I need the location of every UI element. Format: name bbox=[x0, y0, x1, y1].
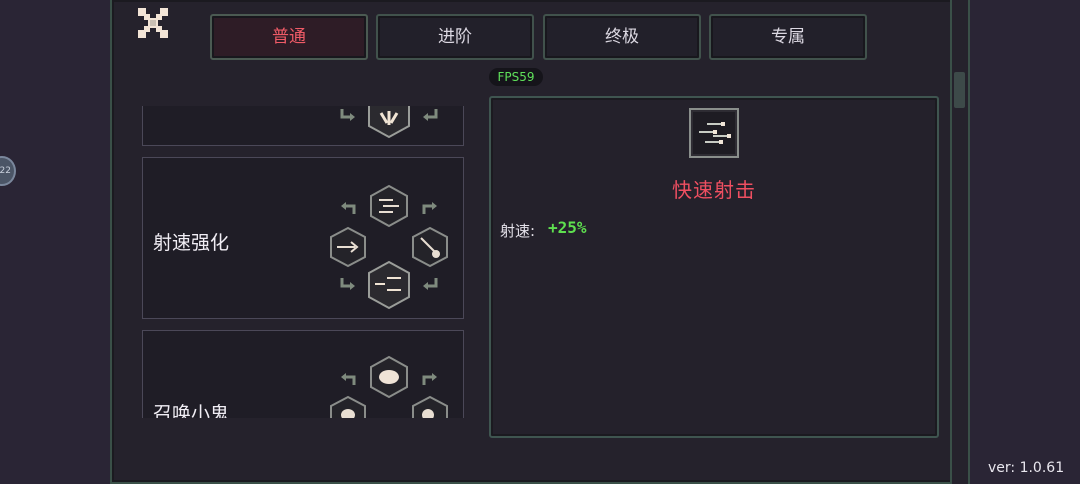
side-floating-button[interactable]: 22 bbox=[0, 156, 16, 186]
version-label: ver: 1.0.61 bbox=[988, 460, 1065, 476]
hexagon-skill-icon bbox=[330, 395, 366, 418]
corner-arrow-icon bbox=[340, 109, 355, 121]
tab-normal-label: 普通 bbox=[272, 27, 306, 47]
corner-arrow-icon bbox=[422, 373, 437, 385]
rapid-fire-icon bbox=[689, 108, 739, 158]
corner-arrow-icon bbox=[340, 278, 355, 290]
skill-name: 召唤小鬼 bbox=[153, 403, 230, 418]
hexagon-skill-icon bbox=[370, 184, 408, 228]
tab-ultimate-label: 终极 bbox=[605, 27, 639, 47]
tab-exclusive[interactable]: 专属 bbox=[709, 14, 867, 60]
hexagon-skill-icon bbox=[330, 226, 366, 268]
corner-arrow-icon bbox=[341, 373, 356, 385]
close-button[interactable] bbox=[136, 6, 170, 40]
hexagon-skill-icon bbox=[368, 260, 410, 310]
skill-card-partial[interactable] bbox=[142, 106, 464, 146]
stat-label: 射速: bbox=[500, 222, 536, 240]
corner-arrow-icon bbox=[341, 202, 356, 214]
side-badge-text: 22 bbox=[0, 166, 11, 176]
tab-exclusive-label: 专属 bbox=[771, 27, 805, 47]
fps-counter: FPS59 bbox=[489, 68, 543, 86]
close-x-icon bbox=[138, 8, 168, 38]
hexagon-skill-icon bbox=[368, 106, 410, 139]
tab-advanced-label: 进阶 bbox=[438, 27, 472, 47]
skill-name: 射速强化 bbox=[153, 232, 230, 254]
corner-arrow-icon bbox=[422, 202, 437, 214]
corner-arrow-icon bbox=[423, 109, 438, 121]
skill-title: 快速射击 bbox=[672, 178, 756, 202]
skill-card-fire-rate[interactable]: 射速强化 bbox=[142, 157, 464, 319]
skill-card-summon-imp[interactable]: 召唤小鬼 bbox=[142, 330, 464, 418]
skill-list[interactable]: 射速强化 召唤小鬼 bbox=[142, 106, 466, 418]
tab-advanced[interactable]: 进阶 bbox=[376, 14, 534, 60]
tab-normal[interactable]: 普通 bbox=[210, 14, 368, 60]
scrollbar-thumb[interactable] bbox=[954, 72, 965, 108]
skill-detail-panel: 快速射击 射速: +25% bbox=[489, 96, 939, 438]
hexagon-skill-icon bbox=[370, 355, 408, 399]
corner-arrow-icon bbox=[423, 278, 438, 290]
hexagon-skill-icon bbox=[412, 226, 448, 268]
tab-ultimate[interactable]: 终极 bbox=[543, 14, 701, 60]
hexagon-skill-icon bbox=[412, 395, 448, 418]
stat-value: +25% bbox=[548, 218, 587, 237]
